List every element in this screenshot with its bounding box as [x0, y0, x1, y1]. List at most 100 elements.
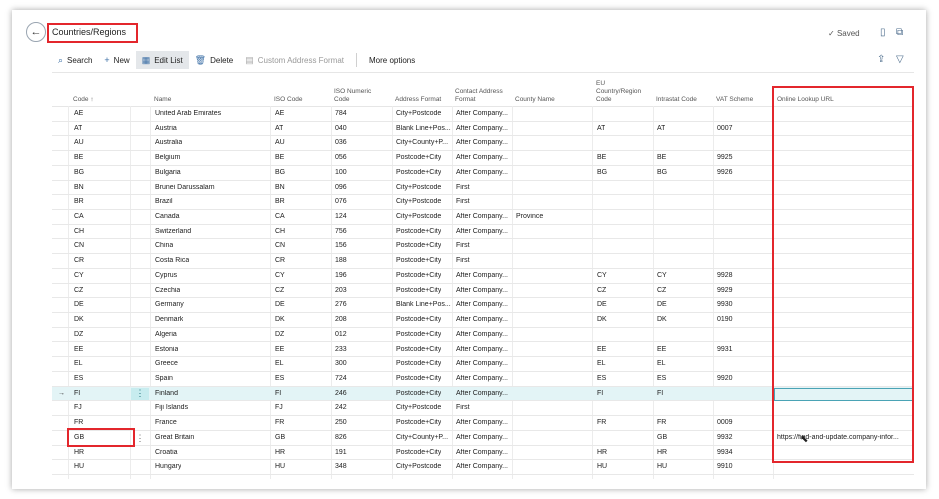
- intrastat-cell[interactable]: DK: [657, 316, 667, 323]
- vat-scheme-cell[interactable]: 9928: [717, 272, 733, 279]
- address-format-cell[interactable]: Postcode+City: [396, 272, 441, 279]
- iso-code-cell[interactable]: AE: [275, 110, 284, 117]
- code-cell[interactable]: HU: [74, 463, 84, 470]
- code-cell[interactable]: BN: [74, 184, 84, 191]
- iso-numeric-cell[interactable]: 100: [335, 169, 347, 176]
- intrastat-cell[interactable]: HR: [657, 449, 667, 456]
- iso-code-cell[interactable]: FR: [275, 419, 284, 426]
- eu-code-cell[interactable]: DK: [597, 316, 607, 323]
- new-button[interactable]: + New: [98, 51, 135, 69]
- intrastat-cell[interactable]: BE: [657, 154, 666, 161]
- iso-numeric-cell[interactable]: 124: [335, 213, 347, 220]
- address-format-cell[interactable]: Postcode+City: [396, 169, 441, 176]
- contact-format-cell[interactable]: First: [456, 257, 470, 264]
- address-format-cell[interactable]: Postcode+City: [396, 287, 441, 294]
- iso-numeric-cell[interactable]: 076: [335, 198, 347, 205]
- contact-format-cell[interactable]: After Company...: [456, 301, 508, 308]
- bookmark-icon[interactable]: ▯: [880, 27, 886, 38]
- vat-scheme-cell[interactable]: 9926: [717, 169, 733, 176]
- contact-format-cell[interactable]: After Company...: [456, 154, 508, 161]
- iso-numeric-cell[interactable]: 056: [335, 154, 347, 161]
- code-cell[interactable]: HR: [74, 449, 84, 456]
- code-cell[interactable]: FI: [74, 390, 80, 397]
- code-cell[interactable]: ES: [74, 375, 83, 382]
- address-format-cell[interactable]: Blank Line+Pos...: [396, 301, 451, 308]
- vat-scheme-cell[interactable]: 9930: [717, 301, 733, 308]
- eu-code-cell[interactable]: FR: [597, 419, 606, 426]
- contact-format-cell[interactable]: After Company...: [456, 228, 508, 235]
- code-cell[interactable]: AE: [74, 110, 83, 117]
- name-cell[interactable]: Costa Rica: [155, 257, 189, 264]
- iso-numeric-cell[interactable]: 233: [335, 346, 347, 353]
- name-cell[interactable]: Germany: [155, 301, 184, 308]
- contact-format-cell[interactable]: First: [456, 404, 470, 411]
- intrastat-cell[interactable]: FI: [657, 390, 663, 397]
- contact-format-cell[interactable]: After Company...: [456, 139, 508, 146]
- iso-code-cell[interactable]: DZ: [275, 331, 284, 338]
- contact-format-cell[interactable]: After Company...: [456, 434, 508, 441]
- intrastat-cell[interactable]: DE: [657, 301, 667, 308]
- address-format-cell[interactable]: Postcode+City: [396, 154, 441, 161]
- iso-numeric-cell[interactable]: 208: [335, 316, 347, 323]
- eu-code-cell[interactable]: FI: [597, 390, 603, 397]
- iso-code-cell[interactable]: GB: [275, 434, 285, 441]
- contact-format-cell[interactable]: After Company...: [456, 463, 508, 470]
- code-cell[interactable]: DZ: [74, 331, 83, 338]
- column-header-vat-scheme[interactable]: VAT Scheme: [716, 78, 753, 104]
- iso-code-cell[interactable]: DE: [275, 301, 285, 308]
- contact-format-cell[interactable]: After Company...: [456, 449, 508, 456]
- name-cell[interactable]: Denmark: [155, 316, 183, 323]
- search-button[interactable]: ⌕ Search: [52, 51, 98, 69]
- eu-code-cell[interactable]: CY: [597, 272, 607, 279]
- code-cell[interactable]: BR: [74, 198, 84, 205]
- contact-format-cell[interactable]: After Company...: [456, 272, 508, 279]
- code-cell[interactable]: AU: [74, 139, 84, 146]
- iso-code-cell[interactable]: CR: [275, 257, 285, 264]
- column-header-code[interactable]: Code ↑: [73, 78, 94, 104]
- vat-scheme-cell[interactable]: 9920: [717, 375, 733, 382]
- code-cell[interactable]: EE: [74, 346, 83, 353]
- name-cell[interactable]: Algeria: [155, 331, 177, 338]
- contact-format-cell[interactable]: After Company...: [456, 331, 508, 338]
- filter-icon[interactable]: ▽: [896, 54, 904, 65]
- address-format-cell[interactable]: City+Postcode: [396, 184, 441, 191]
- address-format-cell[interactable]: Postcode+City: [396, 257, 441, 264]
- address-format-cell[interactable]: Postcode+City: [396, 316, 441, 323]
- iso-code-cell[interactable]: CY: [275, 272, 285, 279]
- address-format-cell[interactable]: Blank Line+Pos...: [396, 125, 451, 132]
- name-cell[interactable]: Belgium: [155, 154, 180, 161]
- address-format-cell[interactable]: Postcode+City: [396, 331, 441, 338]
- name-cell[interactable]: Brunei Darussalam: [155, 184, 215, 191]
- contact-format-cell[interactable]: After Company...: [456, 110, 508, 117]
- iso-code-cell[interactable]: CA: [275, 213, 285, 220]
- code-cell[interactable]: CN: [74, 242, 84, 249]
- iso-code-cell[interactable]: AU: [275, 139, 285, 146]
- iso-numeric-cell[interactable]: 242: [335, 404, 347, 411]
- address-format-cell[interactable]: Postcode+City: [396, 419, 441, 426]
- column-header-name[interactable]: Name: [154, 78, 171, 104]
- name-cell[interactable]: France: [155, 419, 177, 426]
- name-cell[interactable]: Estonia: [155, 346, 178, 353]
- code-cell[interactable]: BG: [74, 169, 84, 176]
- contact-format-cell[interactable]: After Company...: [456, 419, 508, 426]
- contact-format-cell[interactable]: After Company...: [456, 346, 508, 353]
- name-cell[interactable]: Spain: [155, 375, 173, 382]
- code-cell[interactable]: CH: [74, 228, 84, 235]
- vat-scheme-cell[interactable]: 0009: [717, 419, 733, 426]
- eu-code-cell[interactable]: EE: [597, 346, 606, 353]
- vat-scheme-cell[interactable]: 9925: [717, 154, 733, 161]
- iso-numeric-cell[interactable]: 756: [335, 228, 347, 235]
- name-cell[interactable]: Greece: [155, 360, 178, 367]
- intrastat-cell[interactable]: GB: [657, 434, 667, 441]
- name-cell[interactable]: Switzerland: [155, 228, 191, 235]
- name-cell[interactable]: Croatia: [155, 449, 178, 456]
- iso-code-cell[interactable]: BE: [275, 154, 284, 161]
- iso-numeric-cell[interactable]: 156: [335, 242, 347, 249]
- code-cell[interactable]: FJ: [74, 404, 82, 411]
- contact-format-cell[interactable]: After Company...: [456, 360, 508, 367]
- iso-numeric-cell[interactable]: 348: [335, 463, 347, 470]
- iso-code-cell[interactable]: DK: [275, 316, 285, 323]
- column-header-address-format[interactable]: Address Format: [395, 78, 441, 104]
- code-cell[interactable]: DK: [74, 316, 84, 323]
- iso-code-cell[interactable]: CZ: [275, 287, 284, 294]
